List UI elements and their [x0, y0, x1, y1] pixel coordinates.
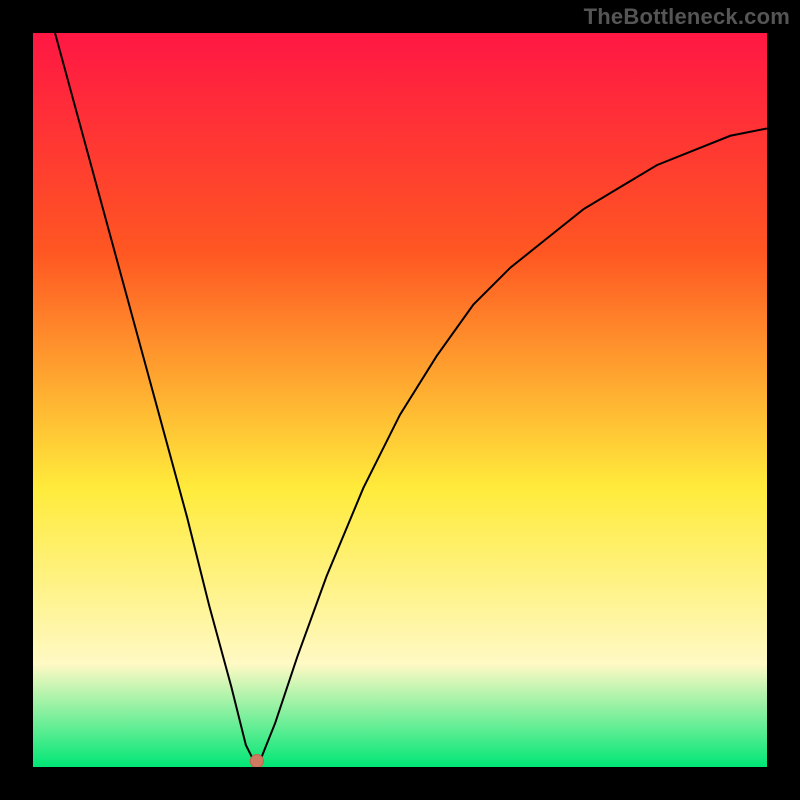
chart-frame: TheBottleneck.com — [0, 0, 800, 800]
optimal-point-marker — [250, 755, 263, 767]
chart-svg — [33, 33, 767, 767]
gradient-background — [33, 33, 767, 767]
plot-area — [33, 33, 767, 767]
watermark-label: TheBottleneck.com — [584, 4, 790, 30]
